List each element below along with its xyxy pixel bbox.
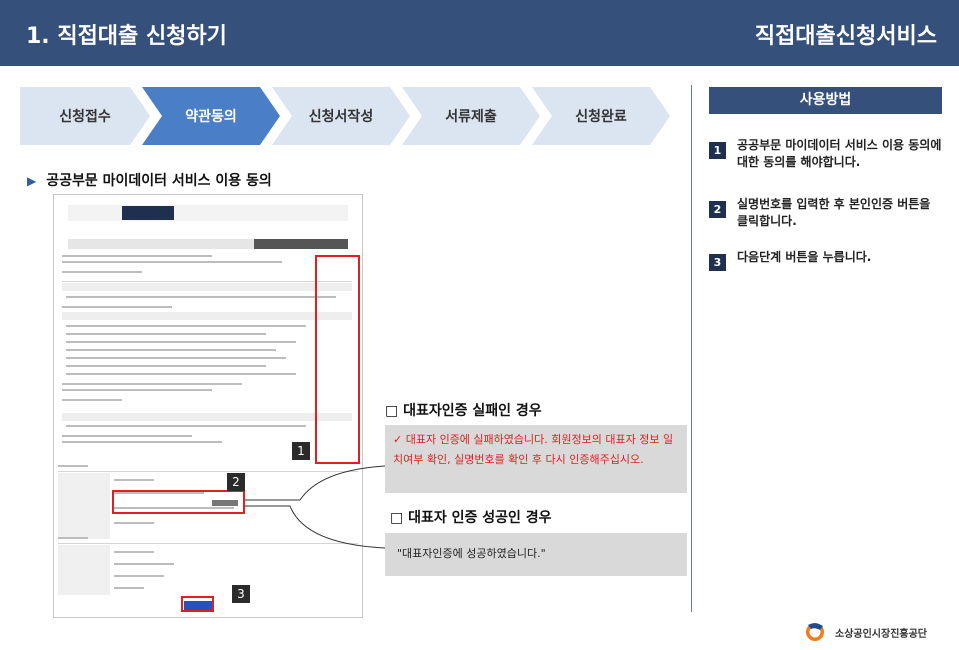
step-label: 신청접수 <box>59 109 111 125</box>
success-case-title: □ 대표자 인증 성공인 경우 <box>390 510 552 526</box>
step-number-badge: 1 <box>709 142 726 159</box>
step-label: 약관동의 <box>185 109 237 125</box>
header-bar: 1. 직접대출 신청하기 직접대출신청서비스 <box>0 0 959 66</box>
step-terms: 약관동의 <box>142 87 280 145</box>
vertical-divider <box>691 85 692 612</box>
organization-name: 소상공인시장진흥공단 <box>835 628 927 640</box>
sidebar-title: 사용방법 <box>709 87 942 114</box>
sidebar-step-text: 다음단계 버튼을 누릅니다. <box>737 250 872 264</box>
step-label: 신청완료 <box>575 109 627 125</box>
sidebar-step-text: 실명번호를 입력한 후 본인인증 버튼을 클릭합니다. <box>737 197 931 228</box>
step-complete: 신청완료 <box>532 87 670 145</box>
step-label: 신청서작성 <box>308 109 374 125</box>
sidebar-step-1: 1 공공부문 마이데이터 서비스 이용 동의에 대한 동의를 해야합니다. <box>709 137 944 171</box>
callout-badge: 1 <box>292 442 310 460</box>
service-title: 직접대출신청서비스 <box>754 24 937 49</box>
mini-active-step <box>122 206 174 220</box>
section-title-text: 공공부문 마이데이터 서비스 이용 동의 <box>46 173 272 189</box>
organization-logo: 소상공인시장진흥공단 <box>803 622 927 642</box>
sidebar-step-2: 2 실명번호를 입력한 후 본인인증 버튼을 클릭합니다. <box>709 196 944 230</box>
step-apply: 신청접수 <box>20 87 150 145</box>
step-number-badge: 2 <box>709 201 726 218</box>
page-title: 1. 직접대출 신청하기 <box>26 24 227 49</box>
triangle-bullet-icon: ▶ <box>27 174 37 188</box>
highlight-consent-checkboxes <box>315 255 360 464</box>
fail-case-title: □ 대표자인증 실패인 경우 <box>385 403 542 419</box>
mini-active-tab <box>254 239 348 249</box>
callout-badge: 3 <box>232 585 250 603</box>
highlight-next-button <box>181 596 214 612</box>
fail-message-box: ✓ 대표자 인증에 실패하였습니다. 회원정보의 대표자 정보 일치여부 확인,… <box>385 425 687 493</box>
step-label: 서류제출 <box>445 109 497 125</box>
step-number-badge: 3 <box>709 254 726 271</box>
step-documents: 서류제출 <box>402 87 540 145</box>
logo-icon <box>806 623 824 641</box>
callout-badge: 2 <box>227 473 245 491</box>
section-title: ▶ 공공부문 마이데이터 서비스 이용 동의 <box>27 170 272 190</box>
progress-steps: 신청접수 약관동의 신청서작성 서류제출 신청완료 <box>20 87 670 145</box>
sidebar-step-text: 공공부문 마이데이터 서비스 이용 동의에 대한 동의를 해야합니다. <box>737 138 942 169</box>
sidebar-step-3: 3 다음단계 버튼을 누릅니다. <box>709 249 944 271</box>
highlight-id-input <box>112 490 245 514</box>
mini-step-bar <box>68 205 348 221</box>
success-message-box: "대표자인증에 성공하였습니다." <box>385 533 687 576</box>
step-form: 신청서작성 <box>272 87 410 145</box>
